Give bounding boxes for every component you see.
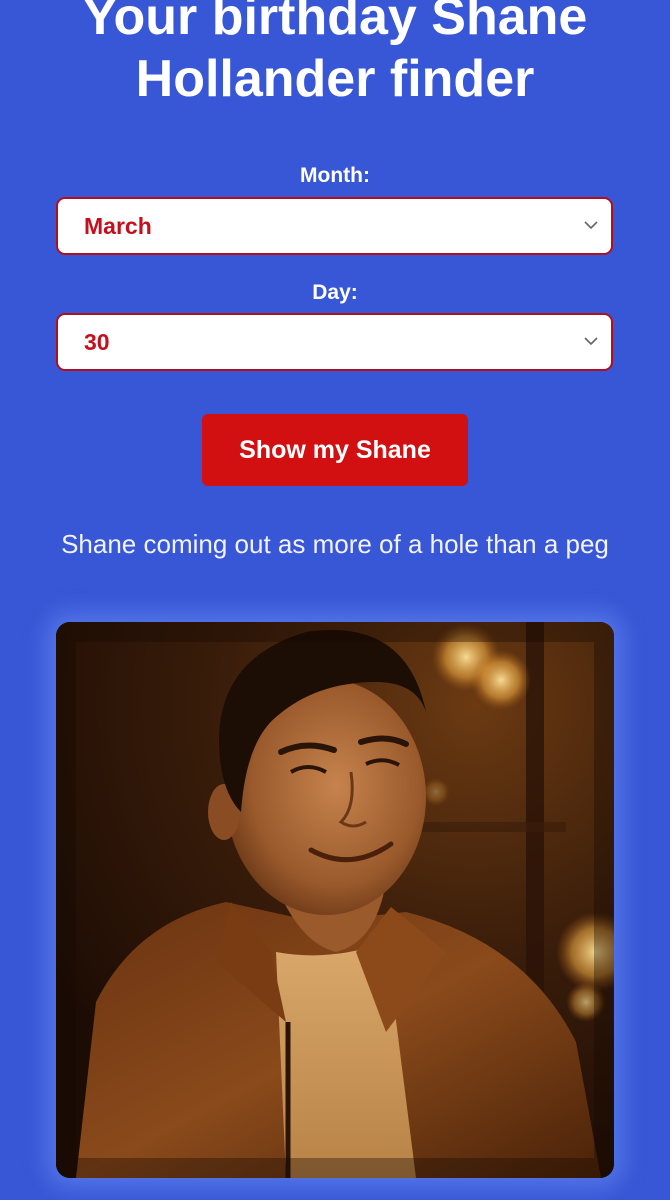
result-photo [56,622,614,1178]
month-select[interactable]: March [56,197,613,255]
day-label: Day: [312,281,358,304]
shane-photo [56,622,614,1178]
page: Your birthday Shane Hollander finder Mon… [0,0,670,1200]
chevron-down-icon [584,337,598,346]
chevron-down-icon [584,221,598,230]
day-select-value: 30 [84,329,110,355]
month-select-value: March [84,213,152,239]
result-caption: Shane coming out as more of a hole than … [61,529,609,559]
show-my-shane-button[interactable]: Show my Shane [202,414,468,486]
day-select[interactable]: 30 [56,313,613,371]
month-label: Month: [300,164,370,187]
page-title: Your birthday Shane Hollander finder [82,0,588,108]
